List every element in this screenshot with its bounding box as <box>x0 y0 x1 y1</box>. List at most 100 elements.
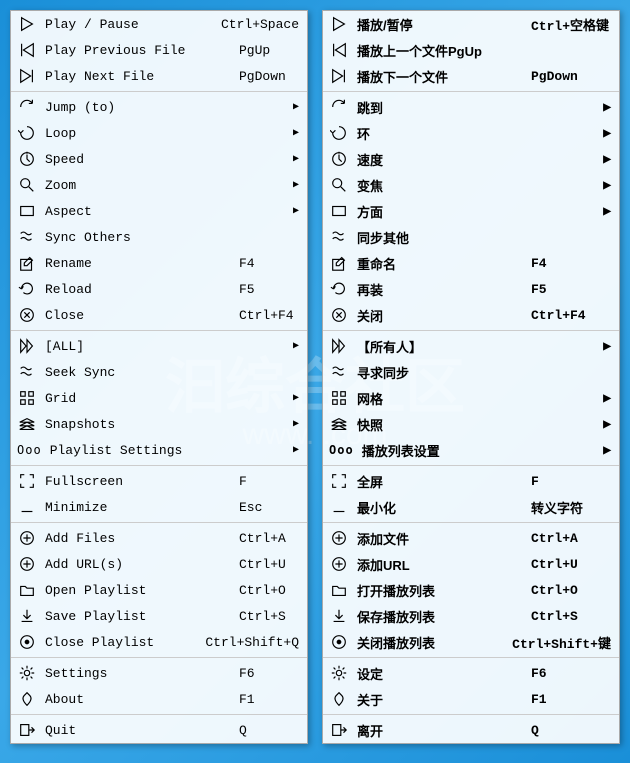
close-icon <box>329 305 349 325</box>
minimize-cn[interactable]: 最小化转义字符 <box>323 494 619 520</box>
add-icon <box>329 528 349 548</box>
shortcut-text: Ctrl+O <box>229 583 299 598</box>
fullscreen-cn[interactable]: 全屏F <box>323 468 619 494</box>
settings-cn[interactable]: 设定 F6 <box>323 660 619 686</box>
reload[interactable]: ReloadF5 <box>11 276 307 302</box>
sync-icon <box>17 227 37 247</box>
shortcut-text: F6 <box>521 666 611 681</box>
aspect-icon <box>17 201 37 221</box>
minimize[interactable]: MinimizeEsc <box>11 494 307 520</box>
about[interactable]: AboutF1 <box>11 686 307 712</box>
save-playlist[interactable]: Save Playlist Ctrl+S <box>11 603 307 629</box>
separator <box>323 657 619 658</box>
shortcut-text: F <box>229 474 299 489</box>
shortcut-text: Q <box>229 723 299 738</box>
menu-item-label: Save Playlist <box>45 609 146 624</box>
play-icon <box>329 14 349 34</box>
separator <box>11 522 307 523</box>
menu-item-label: 变焦 <box>357 176 383 195</box>
grid-icon <box>329 388 349 408</box>
speed-cn[interactable]: 速度▶ <box>323 146 619 172</box>
all-cn[interactable]: 【所有人】▶ <box>323 333 619 359</box>
aspect-icon <box>329 201 349 221</box>
quit[interactable]: Quit Q <box>11 717 307 743</box>
menu-item-label: 播放/暂停 <box>357 15 413 34</box>
play-prev[interactable]: Play Previous FilePgUp <box>11 37 307 63</box>
submenu-arrow-icon: ▶ <box>597 341 611 352</box>
shortcut-text: Ctrl+U <box>521 557 611 572</box>
seek-sync[interactable]: Seek Sync <box>11 359 307 385</box>
loop-cn[interactable]: 环▶ <box>323 120 619 146</box>
menu-item-label: Add URL(s) <box>45 557 123 572</box>
separator <box>11 714 307 715</box>
menu-item-label: Play / Pause <box>45 17 139 32</box>
play-prev-cn[interactable]: 播放上一个文件PgUp <box>323 37 619 63</box>
play-pause-cn[interactable]: 播放/暂停Ctrl+空格键 <box>323 11 619 37</box>
shortcut-text: Ctrl+S <box>229 609 299 624</box>
gear-icon <box>17 663 37 683</box>
settings[interactable]: SettingsF6 <box>11 660 307 686</box>
rename-cn[interactable]: 重命名F4 <box>323 250 619 276</box>
reload-cn[interactable]: 再装F5 <box>323 276 619 302</box>
play-pause[interactable]: Play / PauseCtrl+Space <box>11 11 307 37</box>
zoom[interactable]: Zoom▶ <box>11 172 307 198</box>
playlist-settings-cn[interactable]: Ooo播放列表设置▶ <box>323 437 619 463</box>
jump-to[interactable]: Jump (to)▶ <box>11 94 307 120</box>
speed-icon <box>329 149 349 169</box>
seek-sync-cn[interactable]: 寻求同步 <box>323 359 619 385</box>
submenu-arrow-icon: ▶ <box>597 419 611 430</box>
snapshots-icon <box>329 414 349 434</box>
close-playlist[interactable]: Close PlaylistCtrl+Shift+Q <box>11 629 307 655</box>
shortcut-text: Ctrl+F4 <box>229 308 299 323</box>
shortcut-text: Q <box>521 723 611 738</box>
add-files-cn[interactable]: 添加文件Ctrl+A <box>323 525 619 551</box>
sync-others-cn[interactable]: 同步其他 <box>323 224 619 250</box>
quit-cn[interactable]: 离开Q <box>323 717 619 743</box>
menu-item-label: [ALL] <box>45 339 84 354</box>
loop[interactable]: Loop▶ <box>11 120 307 146</box>
close-playlist-cn[interactable]: 关闭播放列表Ctrl+Shift+键 <box>323 629 619 655</box>
rename-icon <box>17 253 37 273</box>
close[interactable]: CloseCtrl+F4 <box>11 302 307 328</box>
grid[interactable]: Grid▶ <box>11 385 307 411</box>
reload-icon <box>329 279 349 299</box>
menu-item-label: Jump (to) <box>45 100 115 115</box>
add-urls[interactable]: Add URL(s)Ctrl+U <box>11 551 307 577</box>
about-cn[interactable]: 关于F1 <box>323 686 619 712</box>
open-playlist-cn[interactable]: 打开播放列表Ctrl+O <box>323 577 619 603</box>
rename[interactable]: RenameF4 <box>11 250 307 276</box>
close-cn[interactable]: 关闭Ctrl+F4 <box>323 302 619 328</box>
menu-item-label: Snapshots <box>45 417 115 432</box>
aspect-cn[interactable]: 方面▶ <box>323 198 619 224</box>
play-next[interactable]: Play Next FilePgDown <box>11 63 307 89</box>
shortcut-text: Ctrl+A <box>229 531 299 546</box>
menu-item-label: 设定 <box>357 664 383 683</box>
zoom-cn[interactable]: 变焦▶ <box>323 172 619 198</box>
close-icon <box>17 305 37 325</box>
save-playlist-cn[interactable]: 保存播放列表Ctrl+S <box>323 603 619 629</box>
quit-icon <box>329 720 349 740</box>
menu-item-label: 打开播放列表 <box>357 581 435 600</box>
grid-cn[interactable]: 网格▶ <box>323 385 619 411</box>
submenu-arrow-icon: ▶ <box>287 418 299 430</box>
submenu-arrow-icon: ▶ <box>287 127 299 139</box>
minimize-icon <box>17 497 37 517</box>
fullscreen[interactable]: FullscreenF <box>11 468 307 494</box>
add-files[interactable]: Add FilesCtrl+A <box>11 525 307 551</box>
playlist-settings[interactable]: OooPlaylist Settings▶ <box>11 437 307 463</box>
add-urls-cn[interactable]: 添加URLCtrl+U <box>323 551 619 577</box>
menu-item-label: 重命名 <box>357 254 396 273</box>
open-playlist[interactable]: Open PlaylistCtrl+O <box>11 577 307 603</box>
aspect[interactable]: Aspect▶ <box>11 198 307 224</box>
jump-to-cn[interactable]: 跳到▶ <box>323 94 619 120</box>
menu-item-label: Quit <box>45 723 76 738</box>
play-next-cn[interactable]: 播放下一个文件PgDown <box>323 63 619 89</box>
speed[interactable]: Speed▶ <box>11 146 307 172</box>
snapshots[interactable]: Snapshots ▶ <box>11 411 307 437</box>
sync-others[interactable]: Sync Others <box>11 224 307 250</box>
snapshots-cn[interactable]: 快照 ▶ <box>323 411 619 437</box>
menu-item-label: 快照 <box>357 415 383 434</box>
all[interactable]: [ALL]▶ <box>11 333 307 359</box>
context-menu-chinese: 播放/暂停Ctrl+空格键播放上一个文件PgUp播放下一个文件PgDown 跳到▶… <box>322 10 620 744</box>
submenu-arrow-icon: ▶ <box>597 206 611 217</box>
